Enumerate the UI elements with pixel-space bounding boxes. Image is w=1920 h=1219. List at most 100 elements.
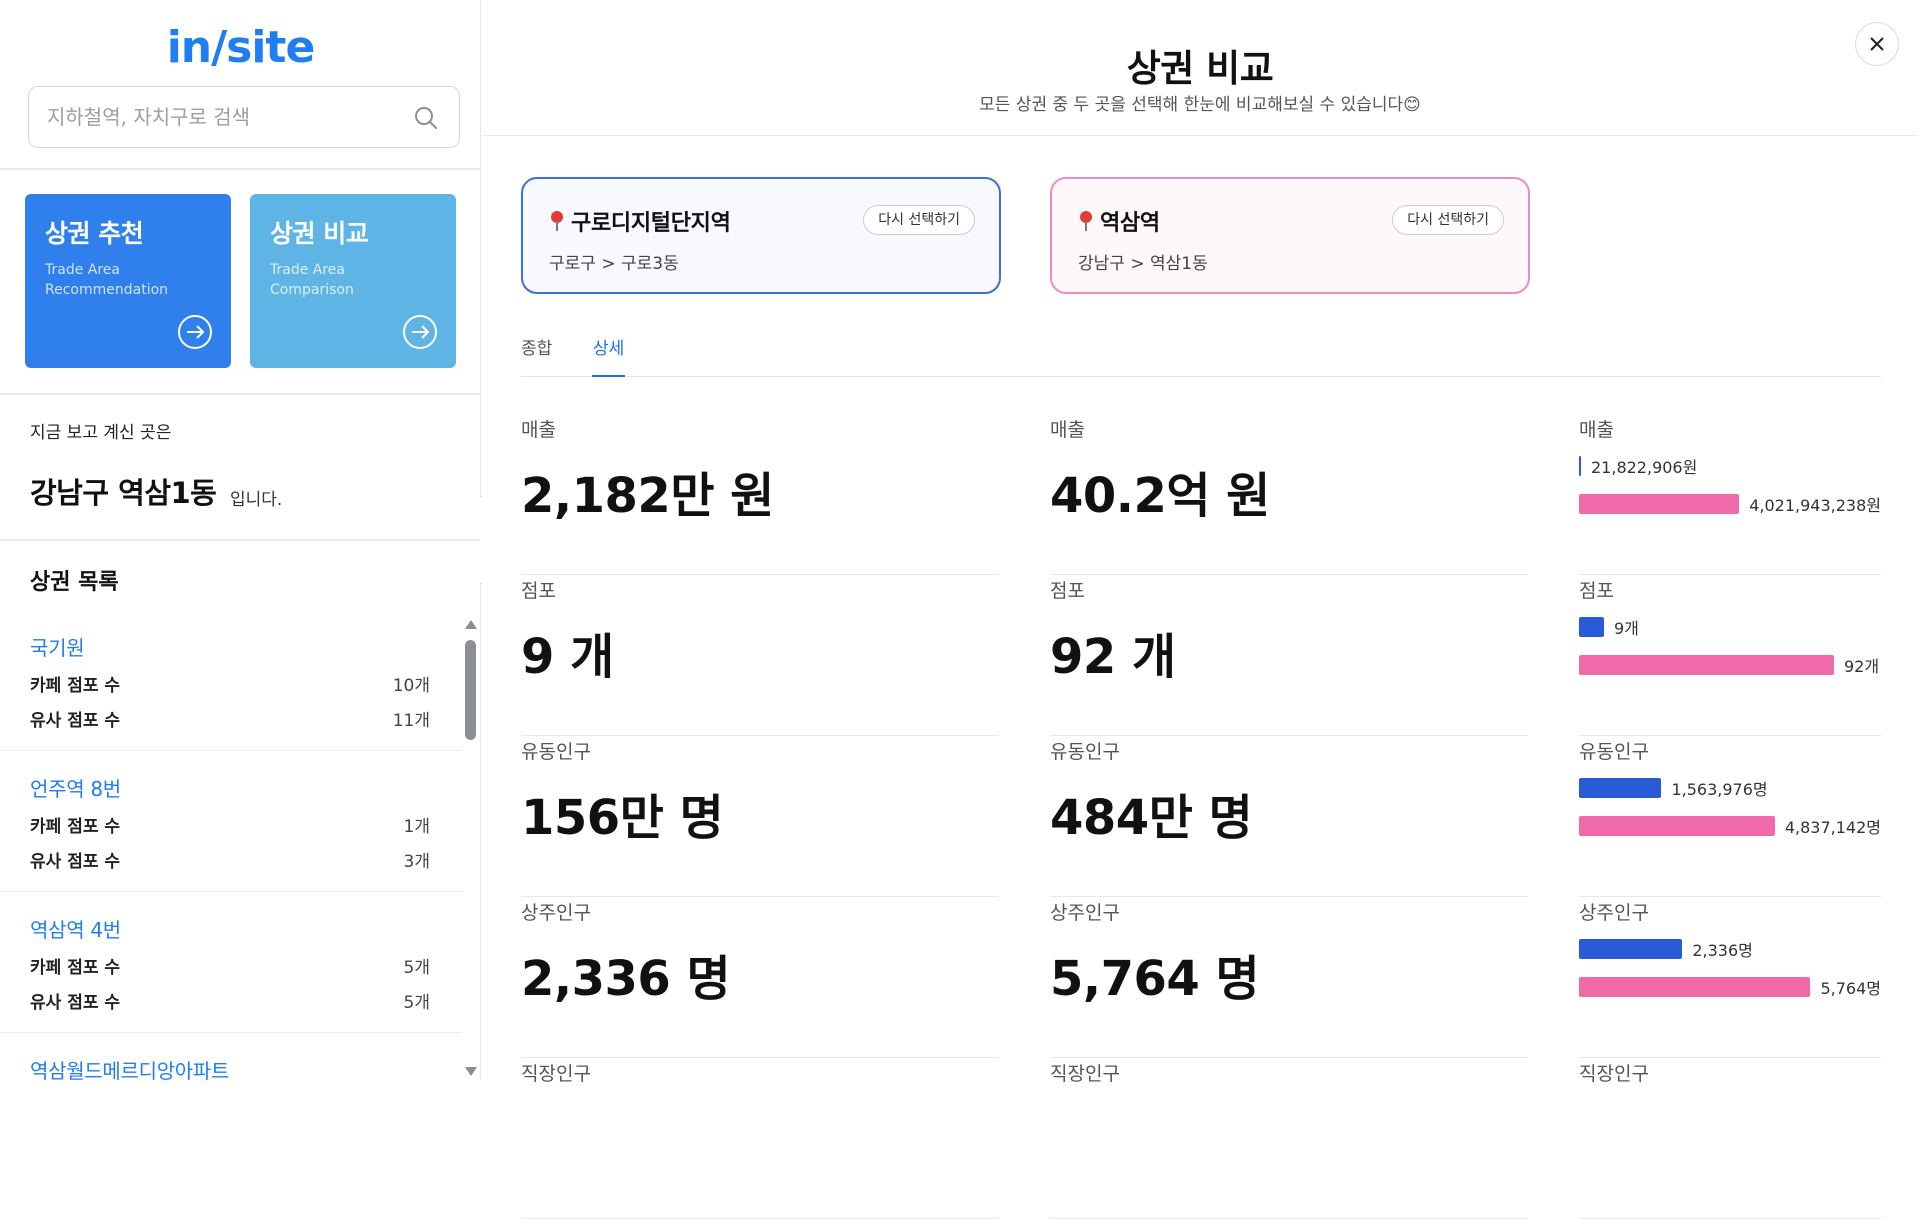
bar-area-a (1579, 778, 1662, 798)
bar-area-b-value: 4,837,142명 (1784, 818, 1881, 837)
metric-label: 매출 (1579, 419, 1614, 441)
cafe-count-label: 카페 점포 수 (30, 958, 121, 978)
card-title: 상권 비교 (270, 219, 369, 248)
metric-bar-comparison: 직장인구 (1579, 1059, 1881, 1219)
metric-b-value: 484만 명 (1050, 790, 1253, 846)
bar-area-a-value: 9개 (1613, 619, 1639, 638)
list-item[interactable]: 역삼역 4번 카페 점포 수 5개 유사 점포 수 5개 (0, 892, 462, 1033)
scroll-up-arrow-icon[interactable] (465, 620, 477, 629)
bar-area-b-value: 4,021,943,238원 (1749, 496, 1881, 515)
metric-label: 직장인구 (521, 1063, 591, 1085)
search-input[interactable] (47, 87, 407, 147)
metric-label: 유동인구 (1579, 741, 1649, 763)
divider (0, 539, 480, 541)
trade-area-list[interactable]: 국기원 카페 점포 수 10개 유사 점포 수 11개 언주역 8번 카페 점포 수… (0, 610, 462, 1080)
metric-label: 매출 (1050, 419, 1085, 441)
metric-label: 점포 (521, 580, 556, 602)
bar-area-a (1579, 939, 1683, 959)
bar-area-b (1579, 494, 1740, 514)
area-b-path: 강남구 > 역삼1동 (1078, 254, 1208, 274)
area-a-card: 구로디지털단지역 구로구 > 구로3동 다시 선택하기 (521, 177, 1001, 294)
bar-area-a-value: 21,822,906원 (1591, 458, 1698, 477)
metric-b-value: 92 개 (1050, 629, 1176, 685)
trade-area-list-title: 상권 목록 (30, 570, 119, 595)
bar-area-a-value: 2,336명 (1692, 941, 1753, 960)
metric-area-a: 점포 9 개 (521, 576, 999, 736)
sidebar: in/site 상권 추천 Trade Area Recommendation … (0, 0, 481, 1080)
similar-count-label: 유사 점포 수 (30, 993, 121, 1013)
bar-area-a (1579, 456, 1581, 476)
cafe-count-value: 10개 (392, 676, 430, 696)
area-b-card: 역삼역 강남구 > 역삼1동 다시 선택하기 (1050, 177, 1530, 294)
metric-label: 직장인구 (1579, 1063, 1649, 1085)
metric-area-a: 매출 2,182만 원 (521, 415, 999, 575)
area-b-name: 역삼역 (1100, 211, 1160, 236)
divider (482, 135, 1918, 136)
trade-area-comparison-card[interactable]: 상권 비교 Trade Area Comparison (250, 194, 456, 368)
scrollbar-thumb[interactable] (465, 640, 476, 740)
bar-area-b (1579, 655, 1834, 675)
reselect-area-b-button[interactable]: 다시 선택하기 (1392, 205, 1504, 235)
metric-bar-comparison: 점포 9개 92개 (1579, 576, 1881, 736)
cafe-count-value: 5개 (403, 958, 430, 978)
metric-label: 점포 (1579, 580, 1614, 602)
bar-area-a-value: 1,563,976명 (1671, 780, 1768, 799)
metric-a-value: 2,336 명 (521, 951, 731, 1007)
metric-label: 상주인구 (1050, 902, 1120, 924)
current-region: 강남구 역삼1동 (30, 476, 217, 510)
bar-area-b (1579, 977, 1811, 997)
cafe-count-label: 카페 점포 수 (30, 817, 121, 837)
current-region-suffix: 입니다. (230, 490, 283, 510)
bar-area-a (1579, 617, 1604, 637)
search-icon[interactable] (413, 105, 439, 131)
metric-label: 상주인구 (521, 902, 591, 924)
metric-label: 직장인구 (1050, 1063, 1120, 1085)
metric-area-b: 유동인구 484만 명 (1050, 737, 1528, 897)
list-item-name[interactable]: 역삼월드메르디앙아파트 (30, 1055, 432, 1080)
search-box[interactable] (28, 86, 460, 148)
list-item[interactable]: 국기원 카페 점포 수 10개 유사 점포 수 11개 (0, 610, 462, 751)
list-item[interactable]: 언주역 8번 카페 점포 수 1개 유사 점포 수 3개 (0, 751, 462, 892)
metric-label: 상주인구 (1579, 902, 1649, 924)
card-subtitle: Trade Area Comparison (270, 262, 354, 298)
list-item[interactable]: 역삼월드메르디앙아파트 (0, 1033, 462, 1080)
metric-a-value: 9 개 (521, 629, 614, 685)
tab-bar: 종합 상세 (521, 330, 1881, 377)
card-subtitle: Trade Area Recommendation (45, 262, 169, 298)
metric-area-b: 직장인구 (1050, 1059, 1528, 1219)
divider (0, 168, 480, 170)
app-logo[interactable]: in/site (0, 22, 480, 73)
page-subtitle: 모든 상권 중 두 곳을 선택해 한눈에 비교해보실 수 있습니다😊 (979, 95, 1421, 115)
bar-area-b-value: 92개 (1844, 657, 1880, 676)
tab-detail[interactable]: 상세 (593, 334, 624, 359)
similar-count-value: 11개 (392, 711, 430, 731)
reselect-area-a-button[interactable]: 다시 선택하기 (863, 205, 975, 235)
cafe-count-value: 1개 (403, 817, 430, 837)
current-location-label: 지금 보고 계신 곳은 (30, 423, 172, 443)
scroll-down-arrow-icon[interactable] (465, 1067, 477, 1076)
bar-area-b-value: 5,764명 (1820, 979, 1881, 998)
metric-bar-comparison: 상주인구 2,336명 5,764명 (1579, 898, 1881, 1058)
metric-b-value: 5,764 명 (1050, 951, 1260, 1007)
comparison-panel: 상권 비교 모든 상권 중 두 곳을 선택해 한눈에 비교해보실 수 있습니다😊… (482, 0, 1920, 1219)
arrow-right-circle-icon[interactable] (177, 314, 213, 350)
list-scrollbar[interactable] (462, 620, 480, 1080)
area-a-path: 구로구 > 구로3동 (549, 254, 679, 274)
active-tab-indicator (592, 375, 625, 377)
divider (0, 393, 480, 395)
list-item-name[interactable]: 역삼역 4번 (30, 914, 432, 943)
tab-summary[interactable]: 종합 (521, 334, 552, 359)
map-pin-icon (1080, 211, 1092, 231)
list-item-name[interactable]: 언주역 8번 (30, 773, 432, 802)
similar-count-value: 3개 (403, 852, 430, 872)
arrow-right-circle-icon[interactable] (402, 314, 438, 350)
metric-b-value: 40.2억 원 (1050, 468, 1270, 524)
card-title: 상권 추천 (45, 219, 144, 248)
list-item-name[interactable]: 국기원 (30, 632, 432, 661)
metric-label: 점포 (1050, 580, 1085, 602)
metric-label: 유동인구 (1050, 741, 1120, 763)
metric-area-b: 점포 92 개 (1050, 576, 1528, 736)
trade-area-recommendation-card[interactable]: 상권 추천 Trade Area Recommendation (25, 194, 231, 368)
bar-area-b (1579, 816, 1775, 836)
metric-area-a: 유동인구 156만 명 (521, 737, 999, 897)
